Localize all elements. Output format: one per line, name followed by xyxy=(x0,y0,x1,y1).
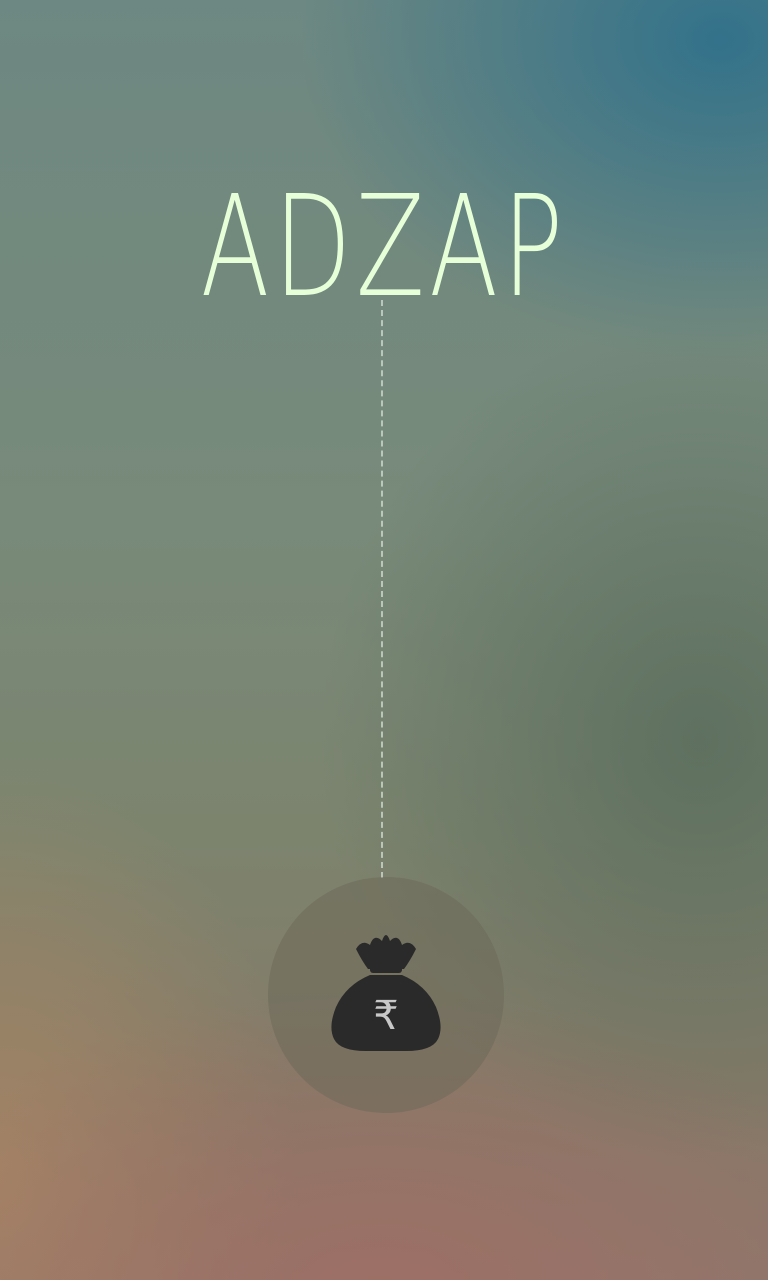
pull-money-button[interactable]: ₹ xyxy=(268,877,504,1113)
money-bag-icon: ₹ xyxy=(331,935,441,1051)
rupee-symbol: ₹ xyxy=(373,993,398,1039)
pull-string-line xyxy=(381,300,383,878)
splash-screen: ADZAP ₹ xyxy=(0,0,768,1280)
app-title: ADZAP xyxy=(200,166,568,329)
